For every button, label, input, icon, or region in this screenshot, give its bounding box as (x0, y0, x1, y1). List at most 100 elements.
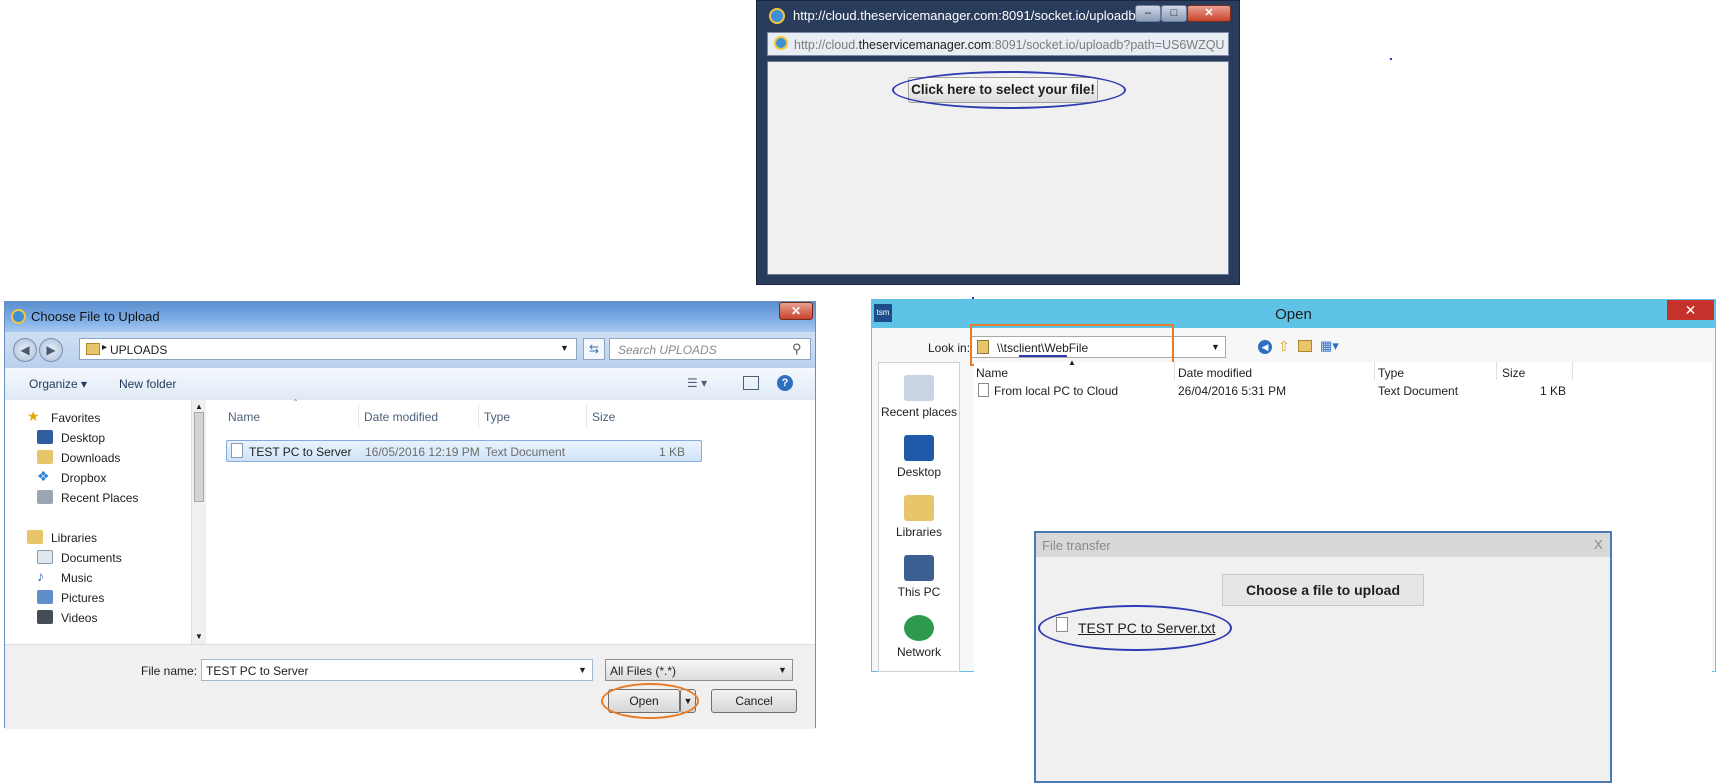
ie-address-bar[interactable]: http://cloud.theservicemanager.com:8091/… (767, 32, 1229, 56)
col-header-type[interactable]: Type (1378, 366, 1404, 380)
col-header-date[interactable]: Date modified (1178, 366, 1252, 380)
up-folder-icon[interactable]: ⇧ (1278, 338, 1290, 355)
place-this-pc[interactable]: This PC (879, 555, 959, 599)
place-recent[interactable]: Recent places (879, 375, 959, 419)
column-divider (478, 404, 479, 428)
preview-pane-icon[interactable] (743, 376, 759, 390)
scroll-down-icon[interactable]: ▼ (195, 632, 203, 641)
file-size: 1 KB (1540, 384, 1567, 398)
path-breadcrumb[interactable]: ▸ UPLOADS ▼ (79, 338, 577, 360)
maximize-button[interactable]: □ (1161, 5, 1187, 22)
file-row[interactable]: From local PC to Cloud 26/04/2016 5:31 P… (974, 382, 1594, 400)
place-desktop[interactable]: Desktop (879, 435, 959, 479)
column-divider (1174, 362, 1175, 380)
file-list: Name ⌃ Date modified Type Size TEST PC t… (206, 398, 815, 644)
search-icon: ⚲ (792, 341, 802, 356)
place-network[interactable]: Network (879, 615, 959, 659)
new-folder-icon[interactable] (1298, 340, 1312, 352)
choose-file-dialog: Choose File to Upload ✕ ◀ ▶ ▸ UPLOADS ▼ … (4, 301, 816, 729)
libraries-icon (27, 530, 43, 544)
nav-item-dropbox[interactable]: ❖ Dropbox (5, 468, 185, 488)
nav-item-pictures[interactable]: Pictures (5, 588, 185, 608)
ie-titlebar: http://cloud.theservicemanager.com:8091/… (763, 3, 1233, 25)
nav-item-videos[interactable]: Videos (5, 608, 185, 628)
column-divider (1572, 362, 1573, 380)
panel-title: File transfer (1042, 538, 1111, 553)
documents-icon (37, 550, 53, 564)
view-options-icon[interactable]: ☰ ▾ (687, 376, 707, 390)
chevron-down-icon[interactable]: ▼ (560, 343, 569, 353)
search-input[interactable]: Search UPLOADS ⚲ (609, 338, 811, 360)
ie-content-area: Click here to select your file! (767, 61, 1229, 275)
sort-arrow-icon: ▲ (1068, 358, 1076, 367)
dialog-title: Open (1275, 306, 1312, 323)
new-folder-button[interactable]: New folder (119, 377, 176, 391)
panel-close-button[interactable]: X (1594, 537, 1603, 552)
help-icon[interactable]: ? (777, 375, 793, 391)
ie-page-icon (774, 36, 788, 50)
col-header-name[interactable]: Name (228, 410, 260, 424)
file-type: Text Document (1378, 384, 1459, 398)
places-bar: Recent places Desktop Libraries This PC … (878, 362, 960, 672)
close-button[interactable]: ✕ (1667, 300, 1714, 320)
col-header-type[interactable]: Type (484, 410, 510, 424)
nav-item-downloads[interactable]: Downloads (5, 448, 185, 468)
pictures-icon (37, 590, 53, 604)
computer-icon (904, 555, 934, 581)
chevron-down-icon[interactable]: ▼ (778, 665, 787, 675)
file-date: 16/05/2016 12:19 PM (365, 445, 480, 459)
ie-popup-window: http://cloud.theservicemanager.com:8091/… (756, 0, 1240, 285)
nav-item-recent-places[interactable]: Recent Places (5, 488, 185, 508)
organize-button[interactable]: Organize ▾ (29, 377, 87, 391)
panel-header: File transfer X (1036, 533, 1610, 557)
nav-item-music[interactable]: ♪ Music (5, 568, 185, 588)
scroll-thumb[interactable] (194, 412, 204, 502)
annotation-oval (1038, 605, 1232, 651)
sort-arrow-icon: ⌃ (292, 398, 299, 407)
close-button[interactable]: ✕ (779, 302, 813, 320)
file-date: 26/04/2016 5:31 PM (1178, 384, 1287, 398)
column-divider (586, 404, 587, 428)
nav-item-favorites[interactable]: ★ Favorites (5, 408, 185, 428)
recent-places-icon (904, 375, 934, 401)
col-header-name[interactable]: Name (976, 366, 1008, 380)
file-type-select[interactable]: All Files (*.*) ▼ (605, 659, 793, 681)
text-file-icon (231, 443, 243, 458)
col-header-size[interactable]: Size (592, 410, 615, 424)
back-icon[interactable]: ◀ (1258, 340, 1272, 354)
column-divider (358, 404, 359, 428)
nav-item-desktop[interactable]: Desktop (5, 428, 185, 448)
minimize-button[interactable]: ‒ (1135, 5, 1161, 22)
navigation-pane: ★ Favorites Desktop Downloads ❖ Dropbox Re… (5, 400, 206, 644)
dropbox-icon: ❖ (37, 468, 50, 484)
search-placeholder: Search UPLOADS (618, 343, 717, 357)
folder-icon (86, 343, 100, 355)
nav-scrollbar[interactable]: ▲ ▼ (191, 400, 206, 644)
stray-dot (1390, 58, 1392, 60)
videos-icon (37, 610, 53, 624)
scroll-up-icon[interactable]: ▲ (195, 402, 203, 411)
col-header-size[interactable]: Size (1502, 366, 1525, 380)
file-row-selected[interactable]: TEST PC to Server 16/05/2016 12:19 PM Te… (226, 440, 702, 462)
file-name-input[interactable]: TEST PC to Server ▼ (201, 659, 593, 681)
place-libraries[interactable]: Libraries (879, 495, 959, 539)
view-menu-icon[interactable]: ▦▾ (1320, 338, 1339, 354)
chevron-down-icon[interactable]: ▼ (1211, 342, 1220, 352)
network-icon (904, 615, 934, 641)
chevron-down-icon[interactable]: ▼ (578, 665, 587, 675)
cancel-button[interactable]: Cancel (711, 689, 797, 713)
refresh-icon[interactable]: ⇆ (583, 338, 605, 360)
col-header-date[interactable]: Date modified (364, 410, 438, 424)
nav-item-documents[interactable]: Documents (5, 548, 185, 568)
forward-icon[interactable]: ▶ (39, 338, 63, 362)
back-icon[interactable]: ◀ (13, 338, 37, 362)
close-button[interactable]: ✕ (1187, 5, 1231, 22)
path-text: UPLOADS (110, 343, 168, 357)
downloads-icon (37, 450, 53, 464)
column-divider (1374, 362, 1375, 380)
choose-file-button[interactable]: Choose a file to upload (1222, 574, 1424, 606)
annotation-oval (601, 683, 699, 719)
nav-item-libraries[interactable]: Libraries (5, 528, 185, 548)
annotation-oval (892, 71, 1126, 109)
recent-places-icon (37, 490, 53, 504)
